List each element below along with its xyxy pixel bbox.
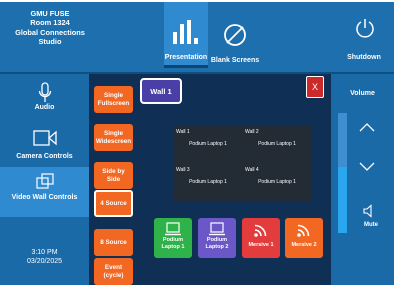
source-podium-laptop-1-button[interactable]: Podium Laptop 1 [154, 218, 192, 258]
source-2-label-1: Podium [206, 237, 228, 243]
tab-presentation[interactable]: Presentation [164, 2, 208, 68]
tab-presentation-label: Presentation [164, 54, 208, 61]
layout-single-fullscreen-button[interactable]: Single Fullscreen [94, 86, 133, 113]
laptop-icon [209, 222, 225, 236]
top-bar: GMU FUSE Room 1324 Global Connections St… [0, 2, 394, 72]
mute-button[interactable]: Mute [351, 222, 391, 228]
video-wall-icon [35, 173, 54, 189]
wall-cell-1-source: Podium Laptop 1 [189, 141, 227, 147]
source-mersive-1-button[interactable]: Mersive 1 [242, 218, 280, 258]
wall-cell-1[interactable]: Wall 1 Podium Laptop 1 [173, 125, 243, 163]
volume-down-icon[interactable] [359, 162, 375, 172]
wall-layout-grid: Wall 1 Podium Laptop 1 Wall 2 Podium Lap… [173, 125, 312, 201]
volume-level-fill [338, 167, 347, 233]
camera-icon [32, 130, 57, 146]
wall-cell-4[interactable]: Wall 4 Podium Laptop 1 [242, 163, 312, 201]
shutdown-button[interactable]: Shutdown [334, 2, 394, 68]
wall-cell-4-name: Wall 4 [245, 167, 259, 173]
volume-title: Volume [350, 90, 375, 97]
wall-cell-2-name: Wall 2 [245, 129, 259, 135]
clock-time: 3:10 PM [31, 249, 58, 256]
layout-event-cycle-button[interactable]: Event (cycle) [94, 258, 133, 285]
blank-screen-icon [224, 24, 246, 46]
sidebar-item-video-wall-label: Video Wall Controls [11, 194, 78, 201]
wall-cell-2-source: Podium Laptop 1 [258, 141, 296, 147]
room-line-4: Studio [38, 37, 62, 47]
wireless-cast-icon [297, 224, 310, 237]
sidebar-item-video-wall-controls[interactable]: Video Wall Controls [0, 167, 89, 217]
room-title: GMU FUSE Room 1324 Global Connections St… [10, 9, 90, 47]
bar-chart-icon [173, 20, 198, 44]
layout-side-by-side-button[interactable]: Side by Side [94, 162, 133, 189]
source-1-label-2: Laptop 1 [161, 244, 185, 250]
microphone-icon [38, 82, 51, 102]
room-line-2: Room 1324 [30, 18, 70, 28]
wall-cell-2[interactable]: Wall 2 Podium Laptop 1 [242, 125, 312, 163]
wall-cell-3-name: Wall 3 [176, 167, 190, 173]
layout-8-source-button[interactable]: 8 Source [94, 229, 133, 256]
room-line-1: GMU FUSE [30, 9, 70, 18]
layout-single-widescreen-button[interactable]: Single Widescreen [94, 124, 133, 151]
source-mersive-2-button[interactable]: Mersive 2 [285, 218, 323, 258]
wall-cell-3[interactable]: Wall 3 Podium Laptop 1 [173, 163, 243, 201]
shutdown-label: Shutdown [347, 54, 381, 61]
laptop-icon [165, 222, 181, 236]
source-2-label-2: Laptop 2 [205, 244, 229, 250]
source-podium-laptop-2-button[interactable]: Podium Laptop 2 [198, 218, 236, 258]
wireless-cast-icon [254, 224, 267, 237]
sidebar-item-audio-label: Audio [34, 104, 55, 111]
tab-blank-screens[interactable]: Blank Screens [210, 2, 260, 68]
close-button[interactable]: X [306, 76, 324, 98]
source-4-label: Mersive 2 [291, 242, 317, 248]
source-3-label: Mersive 1 [248, 242, 274, 248]
volume-slider[interactable] [338, 113, 347, 233]
clock-date: 03/20/2025 [26, 258, 63, 265]
video-wall-panel: Single Fullscreen Single Widescreen Side… [89, 74, 331, 285]
sidebar: Audio Camera Controls Video Wall Control… [0, 74, 89, 285]
power-icon [356, 19, 374, 38]
wall-cell-1-name: Wall 1 [176, 129, 190, 135]
wall-cell-4-source: Podium Laptop 1 [258, 179, 296, 185]
sidebar-item-camera-controls[interactable]: Camera Controls [0, 129, 89, 165]
wall-1-tab[interactable]: Wall 1 [140, 78, 182, 104]
sidebar-item-audio[interactable]: Audio [0, 82, 89, 120]
room-line-3: Global Connections [15, 27, 85, 37]
clock: 3:10 PM 03/20/2025 [0, 248, 89, 266]
tab-blank-screens-label: Blank Screens [210, 57, 260, 64]
volume-panel: Volume Mute [331, 74, 394, 285]
volume-up-icon[interactable] [359, 122, 375, 132]
touch-panel: GMU FUSE Room 1324 Global Connections St… [0, 2, 394, 285]
source-1-label-1: Podium [162, 237, 184, 243]
speaker-icon[interactable] [363, 204, 373, 218]
sidebar-item-camera-controls-label: Camera Controls [16, 153, 73, 160]
wall-cell-3-source: Podium Laptop 1 [189, 179, 227, 185]
layout-4-source-button[interactable]: 4 Source [94, 190, 133, 217]
